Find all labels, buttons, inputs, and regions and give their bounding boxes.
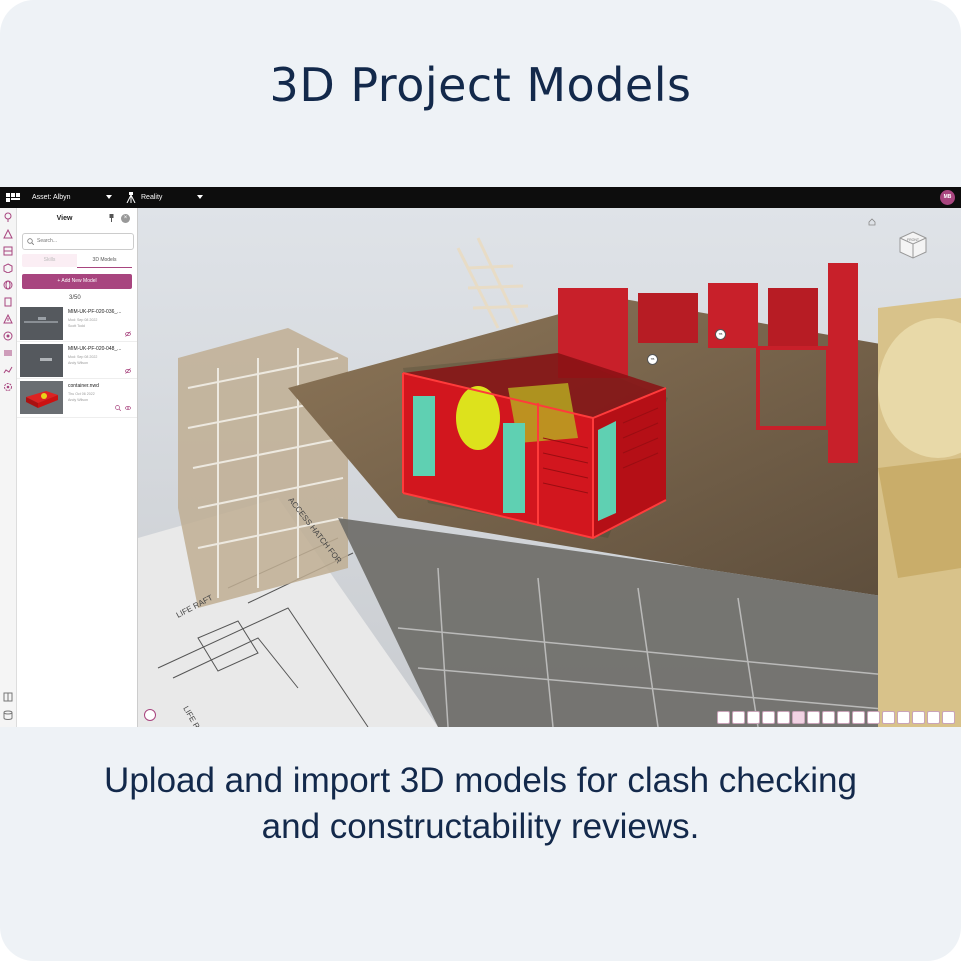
globe-icon[interactable] bbox=[3, 280, 13, 290]
model-date: Mod: Sep 08 2022 bbox=[68, 355, 98, 359]
layers-icon[interactable] bbox=[3, 229, 13, 239]
fullscreen-icon[interactable] bbox=[942, 711, 955, 724]
gear-icon[interactable] bbox=[3, 382, 13, 392]
app-screenshot: Asset: Albyn Reality MB View × Search...… bbox=[0, 187, 961, 727]
model-date: Thu Oct 06 2022 bbox=[68, 392, 95, 396]
point-cloud-scene: ACCESS HATCH FOR LIFE RAFT LIFE RAFT bbox=[138, 208, 961, 727]
model-author: Andy Wilson bbox=[68, 361, 88, 365]
tool-rail bbox=[0, 208, 17, 727]
model-name: MIM-UK-PF-020-048_... bbox=[68, 346, 122, 352]
chart-icon[interactable] bbox=[3, 365, 13, 375]
search-icon bbox=[27, 238, 34, 245]
stack-icon[interactable] bbox=[927, 711, 940, 724]
crop-icon[interactable] bbox=[867, 711, 880, 724]
close-icon[interactable]: × bbox=[121, 214, 130, 223]
model-author: Scott Todd bbox=[68, 324, 85, 328]
camera-icon[interactable] bbox=[837, 711, 850, 724]
tab-3d-models[interactable]: 3D Models bbox=[77, 254, 132, 268]
pin-icon[interactable] bbox=[747, 711, 760, 724]
model-author: Andy Wilson bbox=[68, 398, 88, 402]
tripod-icon bbox=[126, 192, 136, 203]
list-item[interactable]: container.nwd Thu Oct 06 2022 Andy Wilso… bbox=[17, 379, 137, 418]
flag-icon[interactable] bbox=[897, 711, 910, 724]
map-pin-icon[interactable] bbox=[3, 212, 13, 222]
zoom-icon[interactable] bbox=[115, 405, 121, 411]
reality-selector[interactable]: Reality bbox=[141, 194, 162, 201]
app-logo-icon[interactable] bbox=[6, 193, 20, 202]
eye-off-icon[interactable] bbox=[125, 368, 131, 374]
search-box bbox=[22, 233, 134, 250]
section-icon[interactable] bbox=[732, 711, 745, 724]
nav-cube-label: FRONT bbox=[907, 238, 920, 242]
nav-cube-icon[interactable]: FRONT bbox=[898, 230, 928, 260]
caption-line: Upload and import 3D models for clash ch… bbox=[104, 761, 857, 800]
model-thumbnail bbox=[20, 307, 63, 340]
highlight-icon[interactable] bbox=[792, 711, 805, 724]
radar-icon[interactable] bbox=[3, 331, 13, 341]
chevron-down-icon[interactable] bbox=[106, 195, 112, 199]
avatar[interactable]: MB bbox=[940, 190, 955, 205]
view-icon[interactable] bbox=[807, 711, 820, 724]
model-name: container.nwd bbox=[68, 383, 99, 389]
chevron-down-icon[interactable] bbox=[197, 195, 203, 199]
panel-title: View bbox=[56, 215, 73, 222]
warning-icon[interactable] bbox=[3, 314, 13, 324]
3d-viewport[interactable]: ACCESS HATCH FOR LIFE RAFT LIFE RAFT TB … bbox=[138, 208, 961, 727]
database-icon[interactable] bbox=[3, 710, 13, 720]
measure-icon[interactable] bbox=[717, 711, 730, 724]
building-icon[interactable] bbox=[3, 297, 13, 307]
model-thumbnail bbox=[20, 344, 63, 377]
model-thumbnail bbox=[20, 381, 63, 414]
scissors-icon[interactable] bbox=[882, 711, 895, 724]
list-item[interactable]: MIM-UK-PF-020-036_... Mod: Sep 08 2022 S… bbox=[17, 305, 137, 342]
add-new-model-button[interactable]: + Add New Model bbox=[22, 274, 132, 289]
compass-icon[interactable] bbox=[144, 709, 156, 721]
list-item[interactable]: MIM-UK-PF-020-048_... Mod: Sep 08 2022 A… bbox=[17, 342, 137, 379]
home-icon[interactable] bbox=[868, 218, 876, 226]
card-caption: Upload and import 3D models for clash ch… bbox=[0, 758, 961, 850]
model-date: Mod: Sep 08 2022 bbox=[68, 318, 98, 322]
eye-icon[interactable] bbox=[125, 405, 131, 411]
tree-icon[interactable] bbox=[822, 711, 835, 724]
menu-icon[interactable] bbox=[3, 348, 13, 358]
card-headline: 3D Project Models bbox=[269, 58, 692, 112]
panel-tabs: Skills 3D Models bbox=[22, 254, 132, 268]
search-input[interactable] bbox=[37, 236, 127, 246]
viewport-toolbar bbox=[717, 711, 955, 724]
expand-icon[interactable] bbox=[3, 692, 13, 702]
asset-selector[interactable]: Asset: Albyn bbox=[32, 194, 71, 201]
pencil-icon[interactable] bbox=[777, 711, 790, 724]
share-icon[interactable] bbox=[912, 711, 925, 724]
annotation-marker[interactable]: TB bbox=[647, 354, 658, 365]
cube-icon[interactable] bbox=[3, 263, 13, 273]
view-panel: View × Skills 3D Models + Add New Model … bbox=[17, 208, 138, 727]
feature-card: 3D Project Models Asset: Albyn Reality M… bbox=[0, 0, 961, 961]
model-count: 3/50 bbox=[69, 295, 81, 301]
top-bar: Asset: Albyn Reality MB bbox=[0, 187, 961, 208]
caption-line: and constructability reviews. bbox=[261, 807, 700, 846]
pin-icon[interactable] bbox=[108, 214, 115, 222]
markup-icon[interactable] bbox=[762, 711, 775, 724]
eye-off-icon[interactable] bbox=[125, 331, 131, 337]
layers-icon[interactable] bbox=[852, 711, 865, 724]
image-icon[interactable] bbox=[3, 246, 13, 256]
model-name: MIM-UK-PF-020-036_... bbox=[68, 309, 122, 315]
annotation-marker[interactable]: TB bbox=[715, 329, 726, 340]
tab-skills[interactable]: Skills bbox=[22, 254, 77, 267]
